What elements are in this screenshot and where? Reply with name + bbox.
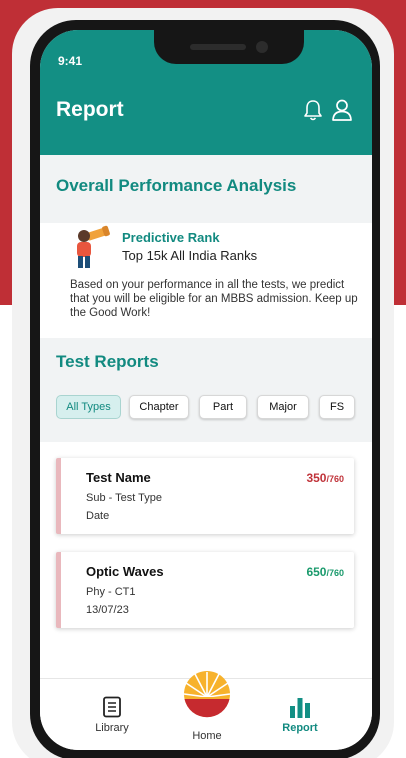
speaker-grille	[190, 44, 246, 50]
document-icon	[103, 696, 121, 718]
nav-label-library: Library	[95, 722, 129, 734]
filter-chip-all-types[interactable]: All Types	[56, 395, 121, 419]
nav-label-report: Report	[282, 722, 318, 734]
score-value: 350	[306, 471, 327, 485]
test-name: Optic Waves	[86, 564, 164, 579]
performance-description: Based on your performance in all the tes…	[70, 279, 358, 319]
bell-icon[interactable]	[302, 98, 324, 122]
test-date: 13/07/23	[86, 604, 129, 616]
test-report-card[interactable]: Optic Waves Phy - CT1 13/07/23 650/760	[56, 552, 354, 628]
test-score: 650/760	[306, 565, 344, 579]
status-time: 9:41	[58, 54, 83, 68]
nav-library[interactable]: Library	[84, 696, 140, 734]
profile-icon[interactable]	[331, 98, 353, 122]
page-title: Report	[56, 98, 124, 121]
predictive-rank-value: Top 15k All India Ranks	[122, 248, 258, 263]
performance-heading: Overall Performance Analysis	[56, 176, 297, 195]
filter-chip-chapter[interactable]: Chapter	[129, 395, 189, 419]
phone-screen: 9:41 Report Overall Performance Analysis…	[40, 30, 372, 750]
front-camera	[256, 41, 268, 53]
test-type: Sub - Test Type	[86, 492, 163, 504]
filter-chip-major[interactable]: Major	[257, 395, 309, 419]
test-reports-heading: Test Reports	[56, 352, 159, 371]
score-total: /760	[326, 568, 344, 578]
test-score: 350/760	[306, 471, 344, 485]
phone-notch	[154, 30, 304, 64]
filter-chip-fs[interactable]: FS	[319, 395, 355, 419]
score-value: 650	[306, 565, 327, 579]
nav-label-home: Home	[192, 730, 222, 742]
score-total: /760	[326, 474, 344, 484]
test-name: Test Name	[86, 470, 151, 485]
filter-chip-part[interactable]: Part	[199, 395, 247, 419]
test-type: Phy - CT1	[86, 586, 136, 598]
nav-report[interactable]: Report	[272, 696, 328, 734]
test-date: Date	[86, 510, 110, 522]
test-report-card[interactable]: Test Name Sub - Test Type Date 350/760	[56, 458, 354, 534]
telescope-person-icon	[77, 225, 110, 268]
predictive-rank-label: Predictive Rank	[122, 230, 220, 245]
nav-home[interactable]: Home	[180, 726, 234, 742]
bar-chart-icon	[290, 698, 310, 718]
sun-logo-icon[interactable]	[183, 670, 231, 718]
